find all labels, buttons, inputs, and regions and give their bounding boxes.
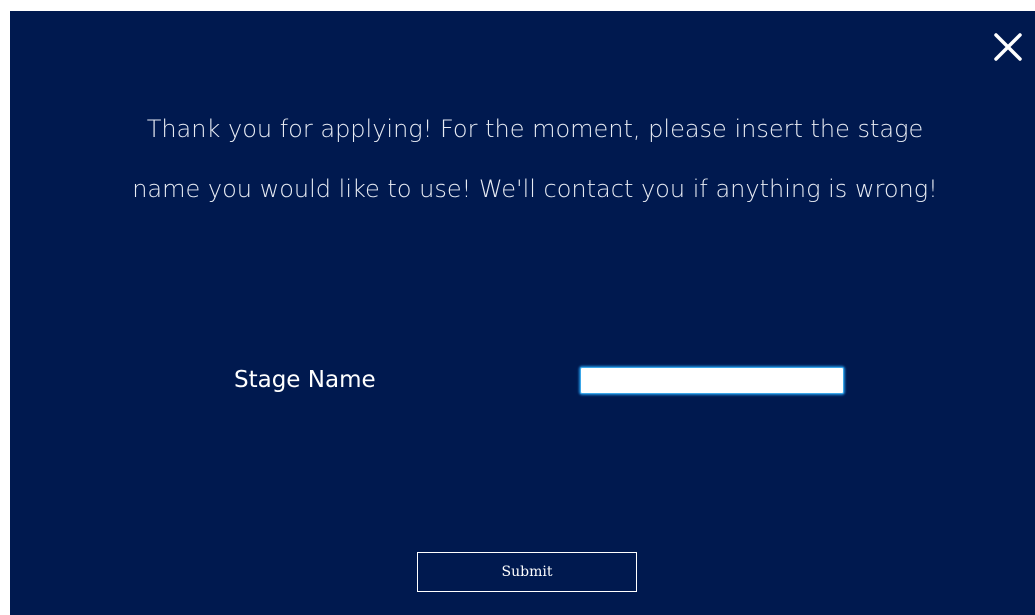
stage-name-input[interactable]: [580, 367, 844, 394]
close-button[interactable]: [993, 32, 1023, 62]
application-dialog: Thank you for applying! For the moment, …: [10, 11, 1035, 615]
submit-button[interactable]: Submit: [417, 552, 637, 592]
stage-name-label: Stage Name: [234, 367, 376, 393]
dialog-message: Thank you for applying! For the moment, …: [132, 115, 938, 203]
close-icon: [994, 33, 1022, 61]
